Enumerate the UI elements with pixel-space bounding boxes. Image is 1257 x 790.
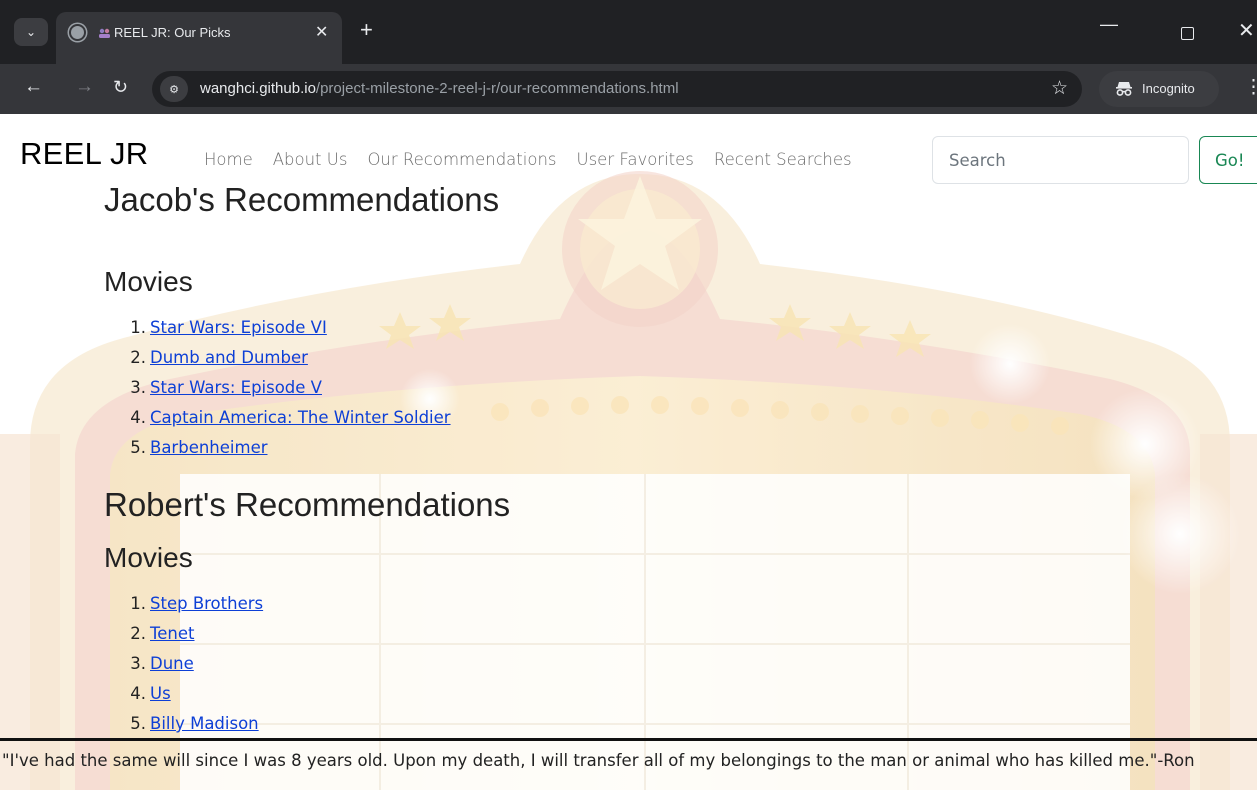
tab-title: REEL JR: Our Picks [114, 25, 231, 40]
maximize-icon[interactable] [1181, 27, 1194, 40]
movie-link[interactable]: Us [150, 684, 171, 703]
list-item: 1. Star Wars: Episode VI [130, 318, 327, 337]
reload-icon[interactable]: ↻ [113, 77, 128, 98]
movie-link[interactable]: Tenet [150, 624, 195, 643]
section-subheading-movies: Movies [104, 542, 193, 573]
footer-quote: "I've had the same will since I was 8 ye… [2, 751, 1195, 770]
close-tab-icon[interactable]: ✕ [315, 22, 328, 42]
nav-link-about-us[interactable]: About Us [273, 150, 348, 169]
browser-toolbar: ← → ↻ ⚙ wanghci.github.io/project-milest… [0, 64, 1257, 114]
page-footer: "I've had the same will since I was 8 ye… [0, 738, 1257, 790]
site-favicon-icon [99, 28, 110, 38]
nav-link-our-recommendations[interactable]: Our Recommendations [367, 150, 556, 169]
address-bar[interactable]: ⚙ wanghci.github.io/project-milestone-2-… [152, 71, 1082, 107]
tab-search-button[interactable]: ⌄ [14, 18, 48, 46]
movie-link[interactable]: Star Wars: Episode VI [150, 318, 327, 337]
browser-tab[interactable]: REEL JR: Our Picks ✕ [56, 12, 342, 64]
movie-list-robert: 1. Step Brothers 2. Tenet 3. Dune 4. Us 5. Bi… [124, 589, 263, 739]
list-item: 4. Captain America: The Winter Soldier [130, 408, 451, 427]
go-button[interactable]: Go! [1199, 136, 1257, 184]
list-item: 2. Dumb and Dumber [130, 348, 308, 367]
section-heading-jacob: Jacob's Recommendations [104, 181, 500, 218]
minimize-icon[interactable]: — [1100, 14, 1118, 35]
list-item: 5. Barbenheimer [130, 438, 268, 457]
movie-link[interactable]: Dune [150, 654, 194, 673]
chevron-down-icon: ⌄ [25, 25, 37, 39]
site-info-icon[interactable]: ⚙ [160, 76, 188, 102]
list-item: 1. Step Brothers [130, 594, 264, 613]
close-window-icon[interactable]: ✕ [1238, 18, 1255, 43]
nav-link-home[interactable]: Home [204, 150, 253, 169]
list-item: 3. Star Wars: Episode V [130, 378, 322, 397]
incognito-indicator[interactable]: Incognito [1099, 71, 1219, 107]
list-item: 5. Billy Madison [130, 714, 259, 733]
section-subheading-movies: Movies [104, 266, 193, 297]
menu-kebab-icon[interactable]: ⋮ [1244, 76, 1257, 99]
movie-link[interactable]: Billy Madison [150, 714, 259, 733]
globe-icon [69, 24, 86, 41]
section-heading-robert: Robert's Recommendations [104, 486, 511, 523]
url-text[interactable]: wanghci.github.io/project-milestone-2-re… [200, 80, 679, 97]
forward-icon[interactable]: → [75, 76, 94, 98]
nav-link-user-favorites[interactable]: User Favorites [577, 150, 694, 169]
incognito-label: Incognito [1142, 81, 1195, 96]
page-viewport: REEL JR Home About Us Our Recommendation… [0, 114, 1257, 790]
back-icon[interactable]: ← [24, 76, 43, 98]
new-tab-icon[interactable]: + [360, 18, 373, 42]
movie-link[interactable]: Star Wars: Episode V [150, 378, 322, 397]
bookmark-star-icon[interactable]: ☆ [1051, 77, 1068, 100]
list-item: 4. Us [130, 684, 171, 703]
movie-list-jacob: 1. Star Wars: Episode VI 2. Dumb and Dumbe… [124, 313, 451, 463]
incognito-icon [1116, 82, 1132, 96]
search-input[interactable] [932, 136, 1189, 184]
site-brand[interactable]: REEL JR [20, 136, 148, 172]
browser-tab-strip: ⌄ REEL JR: Our Picks ✕ + — ✕ [0, 0, 1257, 64]
nav-links: Home About Us Our Recommendations User F… [204, 150, 872, 169]
list-item: 3. Dune [130, 654, 194, 673]
list-item: 2. Tenet [130, 624, 195, 643]
movie-link[interactable]: Captain America: The Winter Soldier [150, 408, 451, 427]
movie-link[interactable]: Barbenheimer [150, 438, 268, 457]
movie-link[interactable]: Step Brothers [150, 594, 263, 613]
nav-link-recent-searches[interactable]: Recent Searches [714, 150, 852, 169]
movie-link[interactable]: Dumb and Dumber [150, 348, 308, 367]
